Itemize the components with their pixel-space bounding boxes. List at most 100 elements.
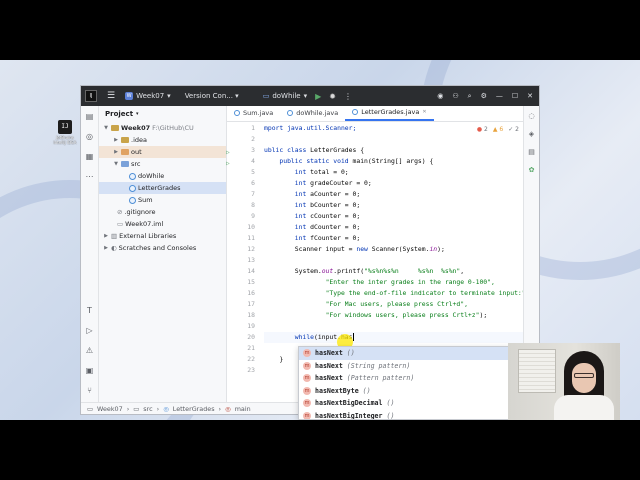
vcs-label: Version Con... (184, 92, 233, 100)
tab-sum[interactable]: Sum.java (227, 105, 280, 121)
build-icon[interactable]: T (85, 306, 95, 316)
search-icon[interactable]: ⌕ (468, 92, 472, 101)
code-token: "Enter the inter grades in the range 0-1… (325, 278, 495, 286)
code-token: int (294, 168, 307, 176)
maximize-icon[interactable]: ☐ (512, 92, 518, 100)
minimize-icon[interactable]: — (496, 92, 503, 100)
folder-icon[interactable]: ▤ (85, 112, 95, 122)
breadcrumb-item[interactable]: LetterGrades (173, 405, 215, 413)
code-line: int gradeCouter = 0; (264, 178, 523, 189)
completion-item[interactable]: m hasNext() (299, 347, 509, 360)
code-line: int cCounter = 0; (264, 211, 523, 222)
code-token: total = 0; (306, 168, 349, 176)
tree-label: Week07 (121, 124, 151, 132)
breadcrumb-item[interactable]: src (143, 405, 152, 413)
breadcrumb-item[interactable]: Week07 (97, 405, 123, 413)
code-token: int (294, 212, 307, 220)
completion-params: () (362, 386, 371, 395)
debug-icon[interactable]: ✹ (329, 92, 336, 101)
close-icon[interactable]: ✕ (422, 109, 426, 115)
scratches-icon: ◐ (111, 244, 117, 252)
line-number-value: 4 (251, 157, 255, 165)
code-token: new (356, 245, 368, 253)
tree-label: out (131, 148, 142, 156)
notifications-icon[interactable]: ◌ (527, 112, 537, 122)
tree-item-src[interactable]: ▼ src (99, 158, 226, 170)
code-token: aCounter = 0; (306, 190, 361, 198)
code-token: out (321, 267, 334, 275)
code-token: } (279, 355, 284, 363)
run-config-selector[interactable]: ▭ doWhile ▾ (263, 92, 307, 100)
ai-assistant-icon[interactable]: ◈ (527, 130, 537, 140)
add-user-icon[interactable]: ⚇ (452, 92, 458, 100)
vcs-selector[interactable]: Version Con... ▾ (185, 92, 239, 100)
tree-item-external-libraries[interactable]: ▶ ▥ External Libraries (99, 230, 226, 242)
completion-item[interactable]: m hasNext (Pattern pattern) (299, 372, 509, 385)
tree-label: src (131, 160, 141, 168)
method-icon: m (303, 361, 311, 370)
method-icon: m (303, 374, 311, 383)
app-logo-icon[interactable]: IJ (85, 90, 97, 102)
line-number: 14 (247, 267, 255, 275)
code-line: "Enter the inter grades in the range 0-1… (264, 277, 523, 288)
code-completion-popup[interactable]: m hasNext() m hasNext (String pattern) m … (298, 346, 510, 420)
tree-item-idea[interactable]: ▶ .idea (99, 134, 226, 146)
code-line: mport java.util.Scanner; (264, 123, 523, 134)
tree-item-scratches[interactable]: ▶ ◐ Scratches and Consoles (99, 242, 226, 254)
code-token: dCounter = 0; (306, 223, 361, 231)
tree-item-lettergrades[interactable]: LetterGrades (99, 182, 226, 194)
tab-dowhile[interactable]: doWhile.java (280, 105, 345, 121)
completion-item[interactable]: m hasNextBigDecimal() (299, 397, 509, 410)
terminal-icon[interactable]: ▣ (85, 366, 95, 376)
desktop-icon-label: JetBrains IntelliJ IDEA (53, 135, 77, 145)
project-selector[interactable]: W Week07 ▾ (125, 92, 171, 100)
tree-path: F:\GitHub\CU (152, 124, 194, 132)
gear-icon[interactable]: ⚙ (481, 92, 487, 100)
more-actions-icon[interactable]: ⋮ (344, 92, 352, 101)
line-number: 10 (247, 223, 255, 231)
main-menu-icon[interactable]: ☰ (107, 91, 115, 101)
problems-icon[interactable]: ⚠ (85, 346, 95, 356)
code-token: LetterGrades { (306, 146, 365, 154)
plugin-icon[interactable]: ✿ (527, 166, 537, 176)
tree-label: LetterGrades (138, 184, 181, 192)
java-class-icon (234, 110, 240, 116)
code-token: in (429, 245, 438, 253)
desktop-icon-intellij[interactable]: IJ JetBrains IntelliJ IDEA (53, 120, 77, 145)
line-number: 23 (247, 366, 255, 374)
completion-item[interactable]: m hasNextBigInteger() (299, 410, 509, 420)
tree-item-sum[interactable]: Sum (99, 194, 226, 206)
tree-label: Sum (138, 196, 153, 204)
more-icon[interactable]: ⋯ (85, 172, 95, 182)
line-number: 2 (251, 135, 255, 143)
tree-item-out[interactable]: ▶ out (99, 146, 226, 158)
tree-item-gitignore[interactable]: ⊘ .gitignore (99, 206, 226, 218)
project-panel-header[interactable]: Project ▾ (99, 106, 226, 122)
completion-item[interactable]: m hasNext (String pattern) (299, 360, 509, 373)
database-icon[interactable]: ▤ (527, 148, 537, 158)
java-class-icon (129, 184, 136, 192)
structure-icon[interactable]: ▦ (85, 152, 95, 162)
tree-item-dowhile[interactable]: doWhile (99, 170, 226, 182)
title-bar: IJ ☰ W Week07 ▾ Version Con... ▾ ▭ doWhi… (81, 86, 539, 106)
breadcrumb-item[interactable]: main (235, 405, 251, 413)
close-icon[interactable]: ✕ (527, 92, 533, 100)
completion-params: () (386, 411, 395, 420)
code-line: int fCounter = 0; (264, 233, 523, 244)
chevron-down-icon: ▼ (104, 125, 108, 131)
tree-item-iml[interactable]: ▭ Week07.iml (99, 218, 226, 230)
tree-item-week07[interactable]: ▼ Week07 F:\GitHub\CU (99, 122, 226, 134)
java-class-icon: ◎ (163, 404, 169, 413)
commit-icon[interactable]: ◎ (85, 132, 95, 142)
completion-item[interactable]: m hasNextByte() (299, 385, 509, 398)
run-tool-icon[interactable]: ▷ (85, 326, 95, 336)
code-lines[interactable]: mport java.util.Scanner; ublic class Let… (264, 123, 529, 376)
tab-lettergrades[interactable]: LetterGrades.java ✕ (345, 105, 434, 121)
git-icon[interactable]: ⑂ (85, 386, 95, 396)
run-icon[interactable]: ▶ (315, 92, 321, 101)
line-number: ▷ 3 (226, 145, 257, 156)
copilot-icon[interactable]: ◉ (437, 92, 443, 100)
completion-params: (String pattern) (346, 361, 411, 370)
line-number: 5 (251, 168, 255, 176)
